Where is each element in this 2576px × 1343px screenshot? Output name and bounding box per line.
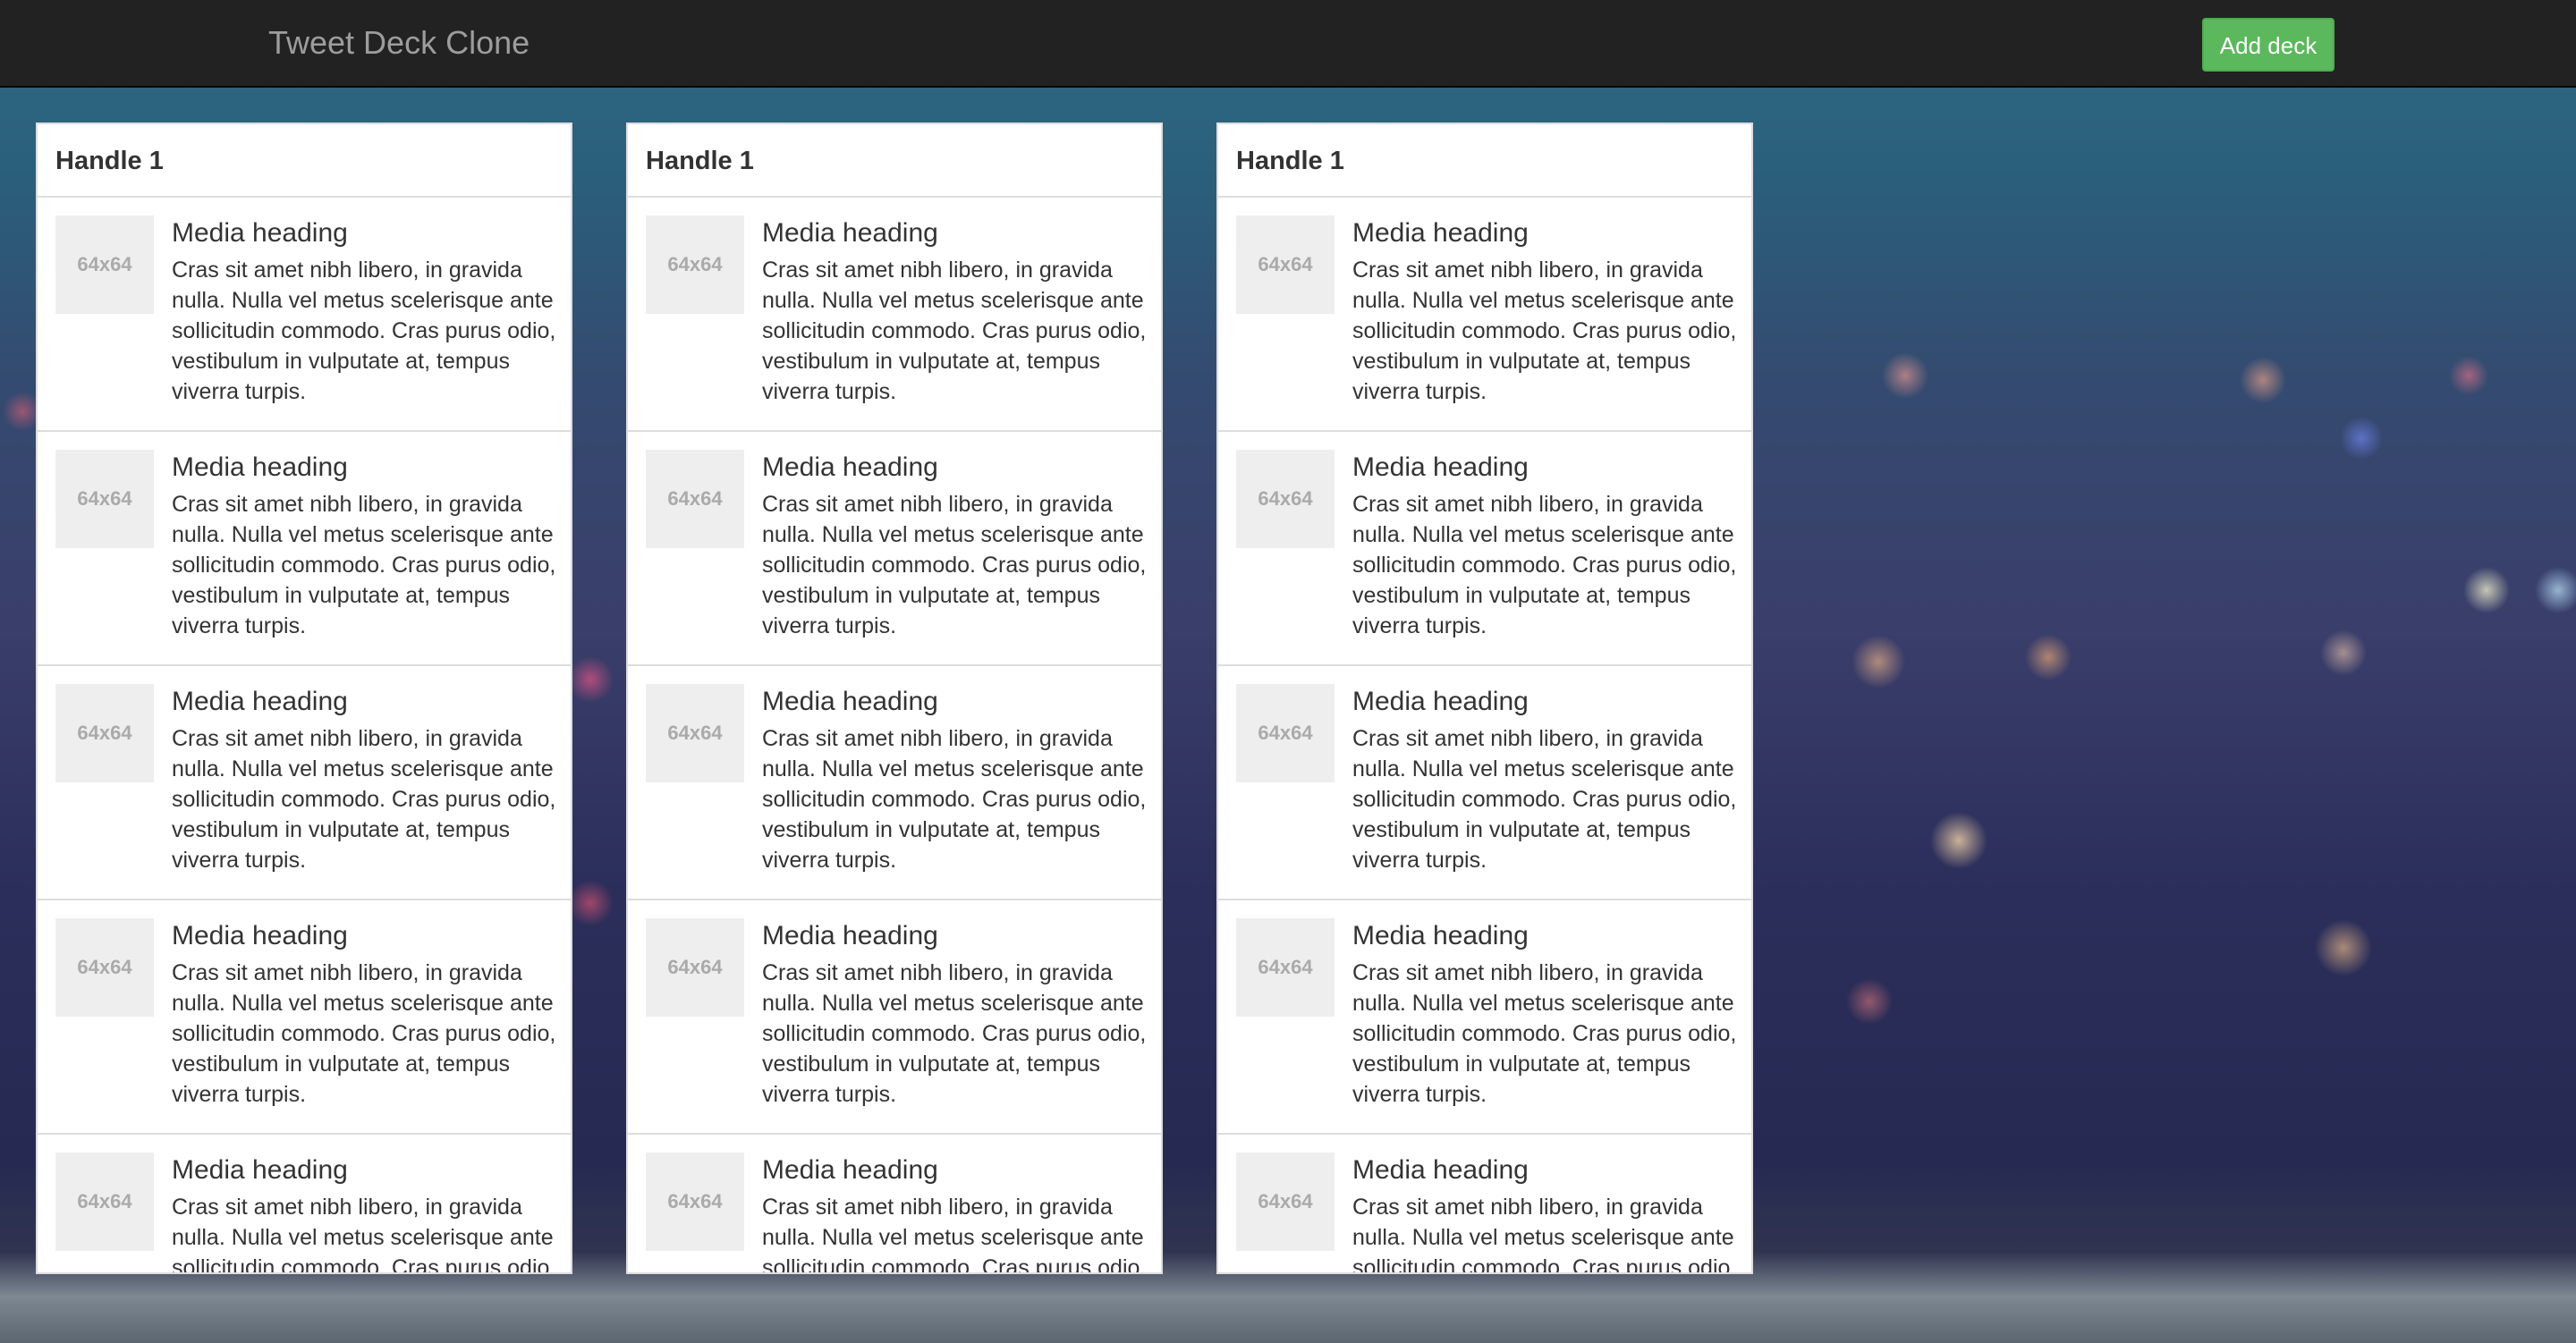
tweet-text: Cras sit amet nibh libero, in gravida nu… <box>172 492 556 638</box>
avatar-placeholder: 64x64 <box>646 215 744 314</box>
avatar-placeholder: 64x64 <box>1236 450 1335 548</box>
tweet-heading: Media heading <box>172 452 348 482</box>
avatar-placeholder: 64x64 <box>646 684 744 782</box>
tweet-item[interactable]: 64x64 Media heading Cras sit amet nibh l… <box>38 1135 571 1274</box>
tweet-item[interactable]: 64x64 Media heading Cras sit amet nibh l… <box>38 666 571 900</box>
avatar-placeholder: 64x64 <box>55 450 154 548</box>
tweet-heading: Media heading <box>172 218 348 248</box>
tweet-text: Cras sit amet nibh libero, in gravida nu… <box>172 258 556 404</box>
avatar-placeholder: 64x64 <box>1236 684 1335 782</box>
tweet-text: Cras sit amet nibh libero, in gravida nu… <box>762 492 1147 638</box>
tweet-heading: Media heading <box>1352 1155 1529 1185</box>
tweet-item[interactable]: 64x64 Media heading Cras sit amet nibh l… <box>628 666 1161 900</box>
tweet-text: Cras sit amet nibh libero, in gravida nu… <box>762 258 1147 404</box>
tweet-body: Media heading Cras sit amet nibh libero,… <box>762 918 1147 1110</box>
tweet-heading: Media heading <box>762 452 938 482</box>
tweet-text: Cras sit amet nibh libero, in gravida nu… <box>1352 258 1737 404</box>
tweet-text: Cras sit amet nibh libero, in gravida nu… <box>1352 726 1737 873</box>
tweet-item[interactable]: 64x64 Media heading Cras sit amet nibh l… <box>1218 900 1751 1135</box>
tweet-heading: Media heading <box>172 687 348 716</box>
tweet-heading: Media heading <box>762 921 938 950</box>
tweet-body: Media heading Cras sit amet nibh libero,… <box>172 450 556 641</box>
tweet-heading: Media heading <box>172 1155 348 1185</box>
tweet-body: Media heading Cras sit amet nibh libero,… <box>1352 450 1737 641</box>
tweet-text: Cras sit amet nibh libero, in gravida nu… <box>762 1195 1147 1274</box>
tweet-text: Cras sit amet nibh libero, in gravida nu… <box>1352 960 1737 1107</box>
tweet-body: Media heading Cras sit amet nibh libero,… <box>172 918 556 1110</box>
tweet-item[interactable]: 64x64 Media heading Cras sit amet nibh l… <box>38 198 571 432</box>
tweet-text: Cras sit amet nibh libero, in gravida nu… <box>172 1195 556 1274</box>
tweet-heading: Media heading <box>1352 921 1529 950</box>
tweet-item[interactable]: 64x64 Media heading Cras sit amet nibh l… <box>628 198 1161 432</box>
avatar-placeholder: 64x64 <box>646 918 744 1017</box>
tweet-item[interactable]: 64x64 Media heading Cras sit amet nibh l… <box>1218 666 1751 900</box>
tweet-body: Media heading Cras sit amet nibh libero,… <box>1352 1153 1737 1274</box>
tweet-body: Media heading Cras sit amet nibh libero,… <box>762 215 1147 407</box>
deck-handle: Handle 1 <box>628 124 1161 198</box>
avatar-placeholder: 64x64 <box>55 215 154 314</box>
tweet-text: Cras sit amet nibh libero, in gravida nu… <box>172 726 556 873</box>
deck-handle: Handle 1 <box>38 124 571 198</box>
tweet-item[interactable]: 64x64 Media heading Cras sit amet nibh l… <box>1218 1135 1751 1274</box>
tweet-body: Media heading Cras sit amet nibh libero,… <box>1352 918 1737 1110</box>
tweet-body: Media heading Cras sit amet nibh libero,… <box>762 684 1147 875</box>
tweet-item[interactable]: 64x64 Media heading Cras sit amet nibh l… <box>38 432 571 666</box>
tweet-heading: Media heading <box>762 218 938 248</box>
avatar-placeholder: 64x64 <box>1236 1153 1335 1251</box>
tweet-body: Media heading Cras sit amet nibh libero,… <box>172 215 556 407</box>
brand-title[interactable]: Tweet Deck Clone <box>268 21 530 64</box>
tweet-body: Media heading Cras sit amet nibh libero,… <box>762 1153 1147 1274</box>
avatar-placeholder: 64x64 <box>55 1153 154 1251</box>
deck-handle: Handle 1 <box>1218 124 1751 198</box>
tweet-body: Media heading Cras sit amet nibh libero,… <box>762 450 1147 641</box>
tweet-heading: Media heading <box>762 687 938 716</box>
avatar-placeholder: 64x64 <box>55 918 154 1017</box>
avatar-placeholder: 64x64 <box>1236 918 1335 1017</box>
tweet-heading: Media heading <box>1352 452 1529 482</box>
deck-column: Handle 1 64x64 Media heading Cras sit am… <box>626 122 1163 1274</box>
tweet-text: Cras sit amet nibh libero, in gravida nu… <box>172 960 556 1107</box>
tweet-heading: Media heading <box>1352 218 1529 248</box>
tweet-item[interactable]: 64x64 Media heading Cras sit amet nibh l… <box>38 900 571 1135</box>
avatar-placeholder: 64x64 <box>646 450 744 548</box>
tweet-item[interactable]: 64x64 Media heading Cras sit amet nibh l… <box>628 1135 1161 1274</box>
tweet-body: Media heading Cras sit amet nibh libero,… <box>1352 215 1737 407</box>
tweet-item[interactable]: 64x64 Media heading Cras sit amet nibh l… <box>1218 432 1751 666</box>
tweet-body: Media heading Cras sit amet nibh libero,… <box>172 684 556 875</box>
tweet-body: Media heading Cras sit amet nibh libero,… <box>1352 684 1737 875</box>
tweet-text: Cras sit amet nibh libero, in gravida nu… <box>1352 492 1737 638</box>
tweet-heading: Media heading <box>172 921 348 950</box>
tweet-item[interactable]: 64x64 Media heading Cras sit amet nibh l… <box>628 900 1161 1135</box>
deck-column: Handle 1 64x64 Media heading Cras sit am… <box>1216 122 1753 1274</box>
add-deck-button[interactable]: Add deck <box>2202 18 2334 72</box>
tweet-text: Cras sit amet nibh libero, in gravida nu… <box>762 960 1147 1107</box>
tweet-heading: Media heading <box>762 1155 938 1185</box>
tweet-text: Cras sit amet nibh libero, in gravida nu… <box>762 726 1147 873</box>
tweet-body: Media heading Cras sit amet nibh libero,… <box>172 1153 556 1274</box>
tweet-heading: Media heading <box>1352 687 1529 716</box>
avatar-placeholder: 64x64 <box>646 1153 744 1251</box>
tweet-text: Cras sit amet nibh libero, in gravida nu… <box>1352 1195 1737 1274</box>
avatar-placeholder: 64x64 <box>55 684 154 782</box>
deck-column: Handle 1 64x64 Media heading Cras sit am… <box>36 122 572 1274</box>
avatar-placeholder: 64x64 <box>1236 215 1335 314</box>
tweet-item[interactable]: 64x64 Media heading Cras sit amet nibh l… <box>628 432 1161 666</box>
tweet-item[interactable]: 64x64 Media heading Cras sit amet nibh l… <box>1218 198 1751 432</box>
navbar: Tweet Deck Clone Add deck <box>0 0 2576 88</box>
